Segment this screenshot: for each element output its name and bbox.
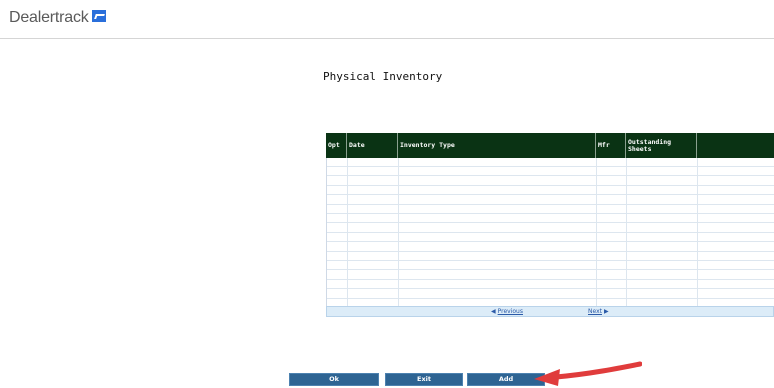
column-divider [398, 158, 399, 310]
red-arrow-annotation-icon [534, 361, 642, 386]
table-pager: ◀ Previous Next ▶ [326, 306, 774, 317]
exit-button[interactable]: Exit [385, 373, 463, 386]
previous-page-link[interactable]: ◀ Previous [489, 307, 523, 317]
chevron-right-icon: ▶ [603, 308, 609, 315]
app-header: Dealertrack [0, 0, 774, 39]
next-label: Next [588, 308, 602, 315]
column-header-opt: Opt [326, 133, 347, 158]
table-row[interactable] [327, 252, 774, 261]
column-divider [626, 158, 627, 310]
dealertrack-logo-icon [91, 10, 106, 22]
previous-label: Previous [497, 308, 523, 315]
column-header-mfr: Mfr [596, 133, 626, 158]
column-header-outstanding-sheets: Outstanding Sheets [626, 133, 697, 158]
table-header: Opt Date Inventory Type Mfr Outstanding … [326, 133, 774, 158]
column-header-blank [697, 133, 774, 158]
table-row[interactable] [327, 233, 774, 243]
page-title: Physical Inventory [323, 70, 443, 83]
brand-name: Dealertrack [9, 9, 89, 26]
table-row[interactable] [327, 243, 774, 252]
column-divider [596, 158, 597, 310]
brand-logo[interactable]: Dealertrack [9, 9, 106, 27]
column-header-date: Date [347, 133, 398, 158]
table-body [326, 158, 774, 310]
table-row[interactable] [327, 280, 774, 290]
table-row[interactable] [327, 290, 774, 299]
table-row[interactable] [327, 177, 774, 186]
column-divider [347, 158, 348, 310]
table-row[interactable] [327, 224, 774, 233]
table-row[interactable] [327, 271, 774, 280]
next-page-link[interactable]: Next ▶ [588, 307, 611, 317]
table-row[interactable] [327, 158, 774, 167]
ok-button[interactable]: Ok [289, 373, 379, 386]
table-row[interactable] [327, 186, 774, 196]
table-row[interactable] [327, 205, 774, 214]
table-row[interactable] [327, 214, 774, 224]
column-divider [697, 158, 698, 310]
column-header-inventory-type: Inventory Type [398, 133, 596, 158]
chevron-left-icon: ◀ [491, 308, 496, 315]
table-row[interactable] [327, 261, 774, 271]
inventory-table: Opt Date Inventory Type Mfr Outstanding … [326, 133, 774, 319]
table-row[interactable] [327, 196, 774, 205]
table-row[interactable] [327, 167, 774, 177]
